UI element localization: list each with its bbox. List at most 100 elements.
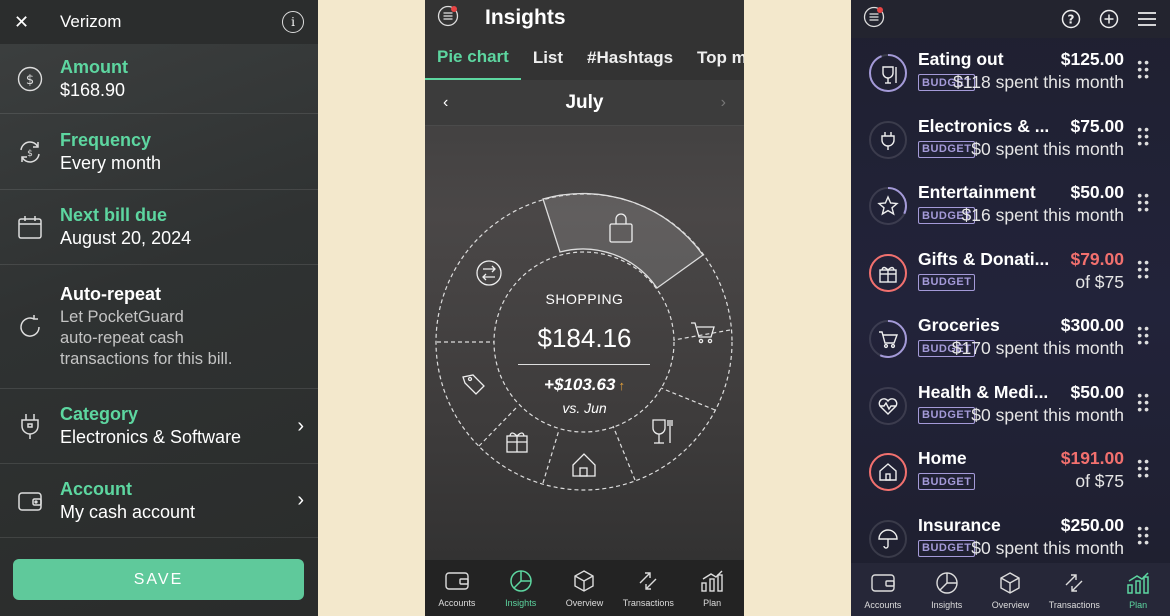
hamburger-icon[interactable] — [1136, 8, 1158, 30]
gift-icon — [879, 266, 897, 283]
budget-row[interactable]: Home $191.00 BUDGET of $75 • • • • • • — [851, 446, 1170, 512]
nav-transactions[interactable]: Transactions — [616, 560, 680, 616]
budget-row[interactable]: Health & Medi... $50.00 BUDGET $0 spent thi… — [851, 380, 1170, 446]
close-icon[interactable]: ✕ — [14, 12, 38, 33]
help-icon[interactable]: ? — [1060, 8, 1082, 30]
wallet-icon — [444, 568, 470, 594]
drag-handle-icon[interactable]: • • • • • • — [1137, 255, 1149, 283]
divider — [518, 364, 650, 365]
next-bill-label: Next bill due — [60, 205, 168, 225]
cube-icon — [997, 570, 1023, 596]
transfer-arrows-icon — [635, 568, 661, 594]
bottom-nav: Accounts Insights Overview Transactions … — [851, 563, 1170, 616]
frequency-label: Frequency — [60, 129, 152, 150]
amount-row[interactable]: $ Amount $168.90 — [0, 44, 318, 114]
info-icon[interactable]: i — [282, 11, 304, 33]
nav-insights[interactable]: Insights — [489, 560, 553, 616]
category-name: Electronics & ... — [918, 115, 1050, 136]
change-row: +$103.63 ↑ — [425, 375, 744, 395]
bill-editor-screen: ✕ Verizom i $ Amount $168.90 $ Frequency… — [0, 0, 318, 616]
drag-handle-icon[interactable]: • • • • • • — [1137, 321, 1149, 349]
amount-value: $168.90 — [60, 79, 126, 100]
nav-overview[interactable]: Overview — [553, 560, 617, 616]
category-amount: $50.00 — [1070, 381, 1124, 402]
nav-insights[interactable]: Insights — [915, 563, 979, 616]
chevron-right-icon[interactable]: › — [721, 94, 726, 112]
next-bill-row[interactable]: Next bill due August 20, 2024 — [0, 190, 318, 265]
budget-badge: BUDGET — [918, 273, 976, 291]
frequency-row[interactable]: $ Frequency Every month — [0, 114, 318, 190]
gift-icon — [506, 432, 528, 453]
save-button[interactable]: SAVE — [13, 559, 304, 600]
tab-hashtags[interactable]: #Hashtags — [575, 36, 685, 80]
category-progress-ring — [869, 54, 907, 92]
budget-badge: BUDGET — [918, 473, 976, 490]
budget-row[interactable]: Entertainment $50.00 BUDGET $16 spent this … — [851, 180, 1170, 246]
category-progress-ring — [869, 187, 907, 225]
calendar-icon — [14, 211, 46, 243]
category-name: Eating out — [918, 49, 1004, 69]
chevron-left-icon[interactable]: ‹ — [443, 94, 448, 112]
category-amount: $50.00 — [1070, 182, 1124, 202]
wallet-icon — [14, 485, 46, 517]
account-row[interactable]: Account My cash account › — [0, 464, 318, 538]
svg-text:$: $ — [26, 73, 34, 88]
tab-list[interactable]: List — [521, 36, 575, 80]
insights-screen: Insights Pie chart List #Hashtags Top m … — [425, 0, 744, 616]
category-name: Gifts & Donati... — [918, 248, 1050, 269]
svg-text:$: $ — [27, 149, 33, 159]
drag-handle-icon[interactable]: • • • • • • — [1137, 55, 1149, 83]
chevron-right-icon: › — [297, 414, 304, 437]
arrow-up-icon: ↑ — [618, 378, 625, 393]
category-name: Entertainment — [918, 182, 1036, 202]
nav-plan[interactable]: Plan — [680, 560, 744, 616]
category-progress-ring — [869, 253, 907, 292]
category-spent: $0 spent this month — [971, 537, 1124, 558]
category-progress-ring — [869, 386, 907, 425]
pie-slice-shopping[interactable] — [542, 192, 704, 289]
account-value: My cash account — [60, 501, 196, 522]
category-spent: of $75 — [1075, 271, 1124, 292]
selected-amount: $184.16 — [537, 323, 632, 353]
nav-overview[interactable]: Overview — [979, 563, 1043, 616]
bottom-nav: Accounts Insights Overview Transactions … — [425, 560, 744, 616]
drag-handle-icon[interactable]: • • • • • • — [1137, 388, 1149, 416]
refresh-icon — [14, 311, 46, 343]
chevron-right-icon: › — [297, 489, 304, 511]
drag-handle-icon[interactable]: • • • • • • — [1137, 454, 1149, 482]
budget-row[interactable]: Groceries $300.00 BUDGET $170 spent this mo… — [851, 313, 1170, 379]
category-progress-ring — [869, 120, 907, 159]
dollar-icon: $ — [14, 63, 46, 95]
nav-plan[interactable]: Plan — [1106, 563, 1170, 616]
menu-icon[interactable] — [863, 6, 885, 33]
category-amount: $191.00 — [1060, 448, 1124, 468]
category-spent: $170 spent this month — [951, 338, 1124, 358]
budget-badge: BUDGET — [918, 140, 976, 158]
compare-label: vs. Jun — [562, 400, 607, 416]
auto-repeat-row[interactable]: Auto-repeat Let PocketGuard auto-repeat … — [0, 265, 318, 389]
tab-top[interactable]: Top m — [685, 36, 744, 80]
tab-pie-chart[interactable]: Pie chart — [425, 36, 521, 80]
menu-icon[interactable] — [437, 5, 459, 32]
drag-handle-icon[interactable]: • • • • • • — [1137, 188, 1149, 216]
add-icon[interactable] — [1098, 8, 1120, 30]
drag-handle-icon[interactable]: • • • • • • — [1137, 521, 1149, 549]
category-row[interactable]: Category Electronics & Software › — [0, 389, 318, 464]
category-name: Home — [918, 448, 967, 468]
budget-row[interactable]: Eating out $125.00 BUDGET $118 spent this m… — [851, 47, 1170, 113]
category-label: Category — [60, 404, 139, 424]
budget-badge: BUDGET — [918, 539, 976, 557]
budget-row[interactable]: Electronics & ... $75.00 BUDGET $0 spent th… — [851, 114, 1170, 180]
nav-accounts[interactable]: Accounts — [425, 560, 489, 616]
category-name: Groceries — [918, 315, 1000, 335]
nav-accounts[interactable]: Accounts — [851, 563, 915, 616]
month-selector: ‹ July › — [425, 80, 744, 126]
auto-repeat-desc-line2: auto-repeat cash — [60, 329, 184, 347]
category-value: Electronics & Software — [60, 427, 242, 447]
category-spent: $118 spent this month — [953, 72, 1124, 92]
bar-chart-icon — [1125, 570, 1151, 596]
nav-transactions[interactable]: Transactions — [1042, 563, 1106, 616]
drag-handle-icon[interactable]: • • • • • • — [1137, 122, 1149, 150]
budget-row[interactable]: Gifts & Donati... $79.00 BUDGET of $75 • • • … — [851, 247, 1170, 313]
auto-repeat-desc-line1: Let PocketGuard — [60, 308, 184, 326]
